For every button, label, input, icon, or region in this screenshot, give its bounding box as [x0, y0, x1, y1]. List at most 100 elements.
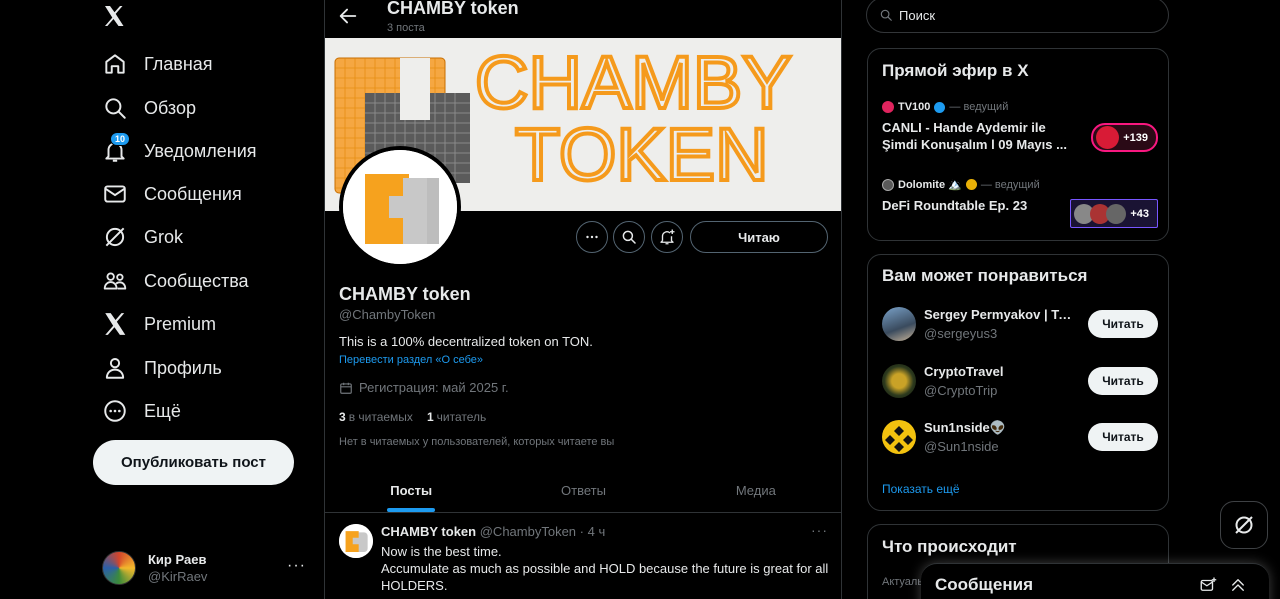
x-logo-icon[interactable] [102, 4, 128, 30]
tab-replies[interactable]: Ответы [497, 468, 669, 512]
dolomite-icon [882, 178, 894, 191]
page-title: CHAMBY token [387, 0, 519, 18]
live-item[interactable]: Dolomite 🏔️ — ведущий DeFi Roundtable Ep… [882, 178, 1158, 228]
profile-column: CHAMBY token 3 поста CHAMBY TOKEN Читаю … [324, 0, 842, 599]
following-button[interactable]: Читаю [690, 221, 828, 253]
account-handle: @KirRaev [148, 569, 208, 584]
search-icon [880, 9, 892, 21]
following-link[interactable]: 3в читаемых [339, 410, 413, 424]
nav-messages[interactable]: Сообщения [102, 177, 242, 211]
bell-plus-icon [660, 229, 675, 245]
nav-communities[interactable]: Сообщества [102, 264, 249, 298]
nav-more[interactable]: Ещё [102, 394, 181, 428]
nav-label: Premium [144, 313, 217, 334]
tweet[interactable]: CHAMBY token @ChambyToken · 4 ч ··· Now … [325, 514, 841, 599]
nav-home[interactable]: Главная [102, 47, 213, 81]
calendar-icon [340, 382, 352, 394]
suggestions-title: Вам может понравиться [882, 266, 1088, 285]
suggestion-handle: @CryptoTrip [924, 383, 998, 398]
profile-header: CHAMBY token 3 поста [325, 0, 841, 38]
search-profile-button[interactable] [613, 221, 645, 253]
mutual-followers-note: Нет в читаемых у пользователей, которых … [339, 436, 615, 448]
show-more-link[interactable]: Показать ещё [882, 482, 960, 496]
post-count: 3 поста [387, 22, 425, 34]
avatar [1096, 126, 1120, 149]
nav-label: Сообщества [144, 270, 249, 291]
search-icon [622, 230, 636, 244]
listener-pill[interactable]: +43 [1070, 199, 1158, 228]
bell-icon: 10 [102, 132, 131, 164]
tweet-author[interactable]: CHAMBY token [381, 524, 476, 539]
joined-text: Регистрация: май 2025 г. [359, 380, 509, 395]
suggestion-item[interactable]: Sun1nside👽 @Sun1nside Читать [882, 420, 1158, 460]
profile-avatar[interactable] [339, 146, 461, 268]
follow-button[interactable]: Читать [1088, 423, 1158, 451]
suggestion-name: Sergey Permyakov | Ta... [924, 307, 1074, 322]
grok-icon [102, 224, 128, 250]
nav-premium[interactable]: Premium [102, 307, 216, 341]
follow-stats: 3в читаемых 1 читатель [339, 410, 500, 424]
tweet-text: Now is the best time. Accumulate as much… [381, 544, 829, 593]
follow-button[interactable]: Читать [1088, 310, 1158, 338]
avatar [882, 420, 916, 454]
trends-title: Что происходит [882, 537, 1017, 556]
trend-category: Актуаль [882, 576, 924, 588]
publish-post-button[interactable]: Опубликовать пост [93, 440, 294, 485]
joined-date: Регистрация: май 2025 г. [339, 380, 509, 395]
search-input[interactable]: Поиск [866, 0, 1169, 33]
avatar [882, 364, 916, 398]
notify-button[interactable] [651, 221, 683, 253]
nav-notifications[interactable]: 10 Уведомления [102, 132, 257, 168]
new-message-icon[interactable] [1199, 576, 1217, 594]
live-item[interactable]: TV100 — ведущий CANLI - Hande Aydemir il… [882, 101, 1158, 153]
nav-explore[interactable]: Обзор [102, 91, 196, 125]
back-arrow-icon[interactable] [337, 5, 359, 27]
nav-label: Профиль [144, 357, 222, 378]
chevron-up-icon[interactable] [1229, 576, 1247, 594]
live-card: Прямой эфир в X TV100 — ведущий CANLI - … [867, 48, 1169, 241]
nav-label: Обзор [144, 97, 196, 118]
nav-label: Ещё [144, 400, 181, 421]
tab-posts[interactable]: Посты [325, 468, 497, 512]
suggestion-name: CryptoTravel [924, 364, 1004, 379]
tweet-handle: @ChambyToken [479, 524, 577, 539]
nav-label: Главная [144, 53, 213, 74]
live-role: — ведущий [980, 178, 1040, 191]
suggestion-name: Sun1nside👽 [924, 420, 1006, 435]
more-icon[interactable]: ··· [811, 522, 828, 538]
grok-button[interactable] [1220, 501, 1268, 549]
tweet-time[interactable]: · 4 ч [580, 524, 606, 539]
translate-bio-link[interactable]: Перевести раздел «О себе» [339, 354, 483, 366]
avatar[interactable] [339, 524, 373, 558]
left-sidebar: Главная Обзор 10 Уведомления Сообщения G… [92, 0, 312, 599]
more-circle-icon [102, 398, 128, 424]
who-to-follow-card: Вам может понравиться Sergey Permyakov |… [867, 254, 1169, 511]
listener-pill[interactable]: +139 [1091, 123, 1158, 152]
verified-icon [934, 101, 946, 113]
suggestion-item[interactable]: CryptoTravel @CryptoTrip Читать [882, 364, 1158, 404]
followers-link[interactable]: 1 читатель [427, 410, 486, 424]
live-host: TV100 [898, 101, 931, 113]
tab-media[interactable]: Медиа [670, 468, 841, 512]
more-options-button[interactable] [576, 221, 608, 253]
profile-tabs: Посты Ответы Медиа [325, 468, 841, 513]
suggestion-item[interactable]: Sergey Permyakov | Ta... @sergeyus3 Чита… [882, 307, 1158, 347]
suggestion-handle: @sergeyus3 [924, 326, 998, 341]
live-role: — ведущий [949, 101, 1009, 113]
tweet-header: CHAMBY token @ChambyToken · 4 ч [381, 524, 605, 539]
nav-grok[interactable]: Grok [102, 220, 183, 254]
more-icon[interactable]: ··· [287, 557, 306, 575]
follow-button[interactable]: Читать [1088, 367, 1158, 395]
nav-label: Уведомления [144, 140, 257, 161]
messages-drawer[interactable]: Сообщения [921, 563, 1269, 599]
profile-name: CHAMBY token [339, 284, 471, 304]
profile-handle: @ChambyToken [339, 307, 436, 322]
notification-badge: 10 [110, 132, 131, 146]
communities-icon [102, 268, 128, 294]
nav-profile[interactable]: Профиль [102, 351, 222, 385]
account-switcher[interactable]: Кир Раев @KirRaev ··· [102, 547, 312, 589]
live-item-title: CANLI - Hande Aydemir ile Şimdi Konuşalı… [882, 120, 1067, 152]
nav-label: Grok [144, 226, 184, 247]
search-icon [102, 95, 128, 121]
listener-count: +139 [1123, 131, 1148, 144]
